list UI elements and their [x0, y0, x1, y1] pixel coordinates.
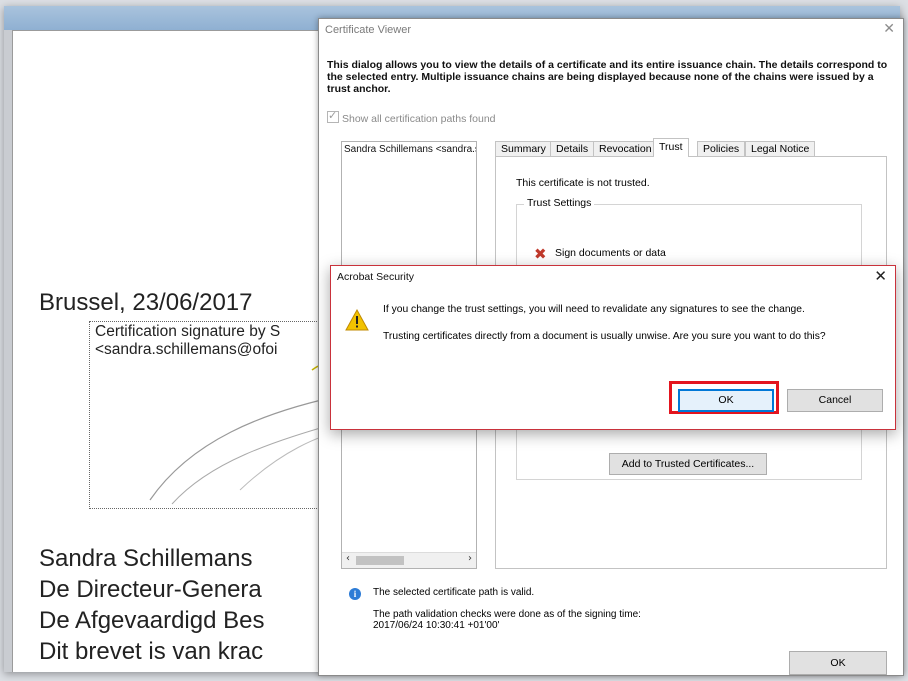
- show-all-paths-label: Show all certification paths found: [342, 113, 496, 125]
- cancel-button[interactable]: Cancel: [787, 389, 883, 412]
- tree-item-certificate[interactable]: Sandra Schillemans <sandra.s: [344, 144, 476, 155]
- path-valid-text: The selected certificate path is valid.: [373, 587, 535, 598]
- trust-status-text: This certificate is not trusted.: [516, 177, 650, 189]
- warning-icon: [345, 309, 369, 331]
- path-validation-info: The path validation checks were done as …: [373, 609, 641, 631]
- tab-summary[interactable]: Summary: [495, 141, 552, 157]
- info-icon: i: [349, 588, 361, 600]
- red-x-icon: ✖: [534, 245, 547, 263]
- close-icon[interactable]: ✕: [874, 267, 887, 285]
- signing-time: 2017/06/24 10:30:41 +01'00': [373, 620, 500, 631]
- path-checks-line: The path validation checks were done as …: [373, 609, 641, 620]
- horizontal-scrollbar[interactable]: ‹ ›: [342, 552, 476, 568]
- doc-date-line: Brussel, 23/06/2017: [39, 289, 253, 316]
- doc-body-line: Sandra Schillemans: [39, 545, 253, 572]
- scrollbar-thumb[interactable]: [356, 556, 404, 565]
- add-to-trusted-button[interactable]: Add to Trusted Certificates...: [609, 453, 767, 475]
- signature-line-1: Certification signature by S: [95, 323, 281, 340]
- dialog-title: Acrobat Security: [337, 271, 415, 283]
- scroll-right-icon[interactable]: ›: [468, 553, 472, 564]
- doc-body-line: De Afgevaardigd Bes: [39, 607, 265, 634]
- trust-settings-label: Trust Settings: [524, 197, 595, 209]
- confirm-ok-button[interactable]: OK: [678, 389, 774, 412]
- checkbox-checked-icon: [327, 109, 339, 123]
- dialog-description: This dialog allows you to view the detai…: [327, 59, 888, 95]
- close-icon[interactable]: ✕: [883, 21, 895, 37]
- tab-revocation[interactable]: Revocation: [593, 141, 658, 157]
- dialog-title: Certificate Viewer: [325, 24, 411, 36]
- doc-body-line: De Directeur-Genera: [39, 576, 262, 603]
- scroll-left-icon[interactable]: ‹: [346, 553, 350, 564]
- tab-trust[interactable]: Trust: [653, 138, 689, 157]
- warning-message-1: If you change the trust settings, you wi…: [383, 304, 805, 315]
- sign-documents-label: Sign documents or data: [555, 247, 666, 259]
- tab-legal-notice[interactable]: Legal Notice: [745, 141, 816, 157]
- show-all-paths-checkbox[interactable]: Show all certification paths found: [327, 109, 496, 125]
- warning-message-2: Trusting certificates directly from a do…: [383, 331, 826, 342]
- acrobat-security-dialog: Acrobat Security ✕ If you change the tru…: [330, 265, 896, 430]
- signature-line-2: <sandra.schillemans@ofoi: [95, 341, 278, 358]
- tab-details[interactable]: Details: [550, 141, 595, 157]
- ok-button[interactable]: OK: [789, 651, 887, 675]
- tab-policies[interactable]: Policies: [697, 141, 746, 157]
- doc-body-line: Dit brevet is van krac: [39, 638, 264, 665]
